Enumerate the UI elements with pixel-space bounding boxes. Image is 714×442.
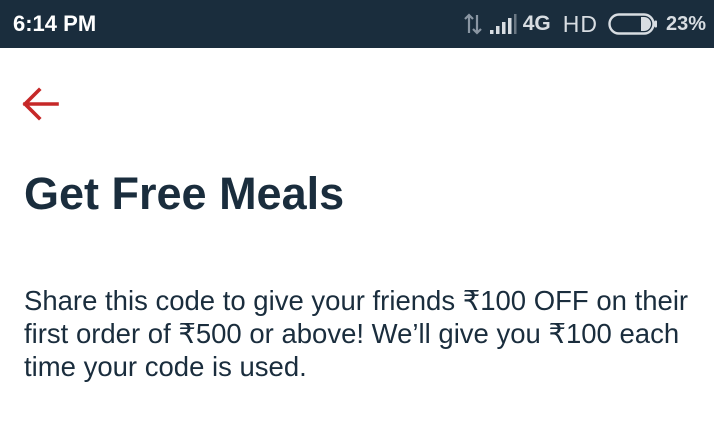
status-bar: 6:14 PM 4G HD 23% — [0, 0, 714, 48]
back-button[interactable] — [18, 82, 64, 126]
arrow-left-icon — [22, 87, 59, 121]
referral-description: Share this code to give your friends ₹10… — [24, 285, 689, 382]
battery-percent: 23% — [665, 12, 706, 35]
data-transfer-icon — [463, 13, 482, 35]
battery-icon — [608, 13, 657, 35]
network-type: 4G — [522, 12, 551, 35]
hd-voice-indicator: HD — [562, 10, 598, 37]
status-time: 6:14 PM — [13, 11, 97, 36]
page-title: Get Free Meals — [24, 168, 345, 219]
status-indicators: 4G HD 23% — [463, 9, 706, 39]
signal-strength-icon — [489, 14, 517, 34]
